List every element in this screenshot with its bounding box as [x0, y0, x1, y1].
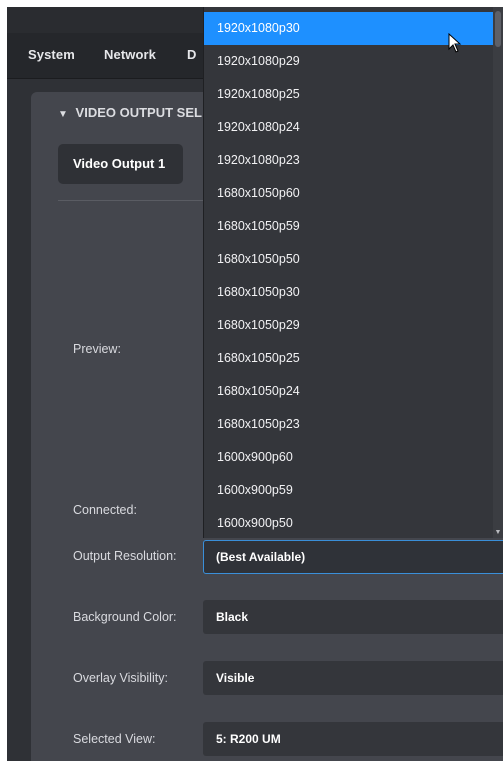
- output-resolution-select[interactable]: (Best Available) ▼: [203, 540, 503, 574]
- overlay-visibility-value: Visible: [216, 671, 255, 685]
- chevron-down-icon: ▼: [58, 109, 68, 120]
- output-resolution-value: (Best Available): [216, 550, 306, 564]
- output-resolution-label: Output Resolution:: [73, 549, 177, 563]
- scrollbar-thumb[interactable]: [495, 11, 501, 47]
- dropdown-option[interactable]: 1600x900p50: [204, 507, 494, 538]
- tab-display[interactable]: D: [187, 47, 197, 62]
- preview-label: Preview:: [73, 342, 121, 356]
- scroll-down-arrow-icon[interactable]: ▼: [493, 529, 503, 536]
- dropdown-option[interactable]: 1680x1050p23: [204, 408, 494, 441]
- dropdown-option[interactable]: 1600x900p59: [204, 474, 494, 507]
- dropdown-option[interactable]: 1600x900p60: [204, 441, 494, 474]
- dropdown-option[interactable]: 1680x1050p29: [204, 309, 494, 342]
- dropdown-option[interactable]: 1680x1050p59: [204, 210, 494, 243]
- dropdown-option[interactable]: 1680x1050p25: [204, 342, 494, 375]
- tab-video-output-1[interactable]: Video Output 1: [58, 144, 183, 184]
- selected-view-value: 5: R200 UM: [216, 732, 281, 746]
- background-color-value: Black: [216, 610, 249, 624]
- overlay-visibility-select[interactable]: Visible ▼: [203, 661, 503, 695]
- dropdown-option[interactable]: 1680x1050p24: [204, 375, 494, 408]
- dropdown-option[interactable]: 1920x1080p25: [204, 78, 494, 111]
- dropdown-option[interactable]: 1680x1050p30: [204, 276, 494, 309]
- resolution-dropdown-list[interactable]: 1920x1080p30 1920x1080p29 1920x1080p25 1…: [203, 7, 503, 538]
- selected-view-select[interactable]: 5: R200 UM ▼: [203, 722, 503, 756]
- divider: [58, 200, 208, 201]
- selected-view-label: Selected View:: [73, 732, 156, 746]
- mouse-pointer-icon: [448, 33, 462, 53]
- dropdown-option[interactable]: 1680x1050p60: [204, 177, 494, 210]
- background-color-select[interactable]: Black ▼: [203, 600, 503, 634]
- section-header[interactable]: ▼ VIDEO OUTPUT SEL: [58, 105, 202, 120]
- background-color-label: Background Color:: [73, 610, 177, 624]
- overlay-visibility-label: Overlay Visibility:: [73, 671, 168, 685]
- dropdown-scrollbar[interactable]: ▼: [493, 7, 503, 538]
- section-title: VIDEO OUTPUT SEL: [75, 105, 202, 120]
- tab-system[interactable]: System: [28, 47, 75, 62]
- connected-label: Connected:: [73, 503, 137, 517]
- dropdown-option[interactable]: 1680x1050p50: [204, 243, 494, 276]
- dropdown-option[interactable]: 1920x1080p24: [204, 111, 494, 144]
- dropdown-option[interactable]: 1920x1080p23: [204, 144, 494, 177]
- tab-network[interactable]: Network: [104, 47, 156, 62]
